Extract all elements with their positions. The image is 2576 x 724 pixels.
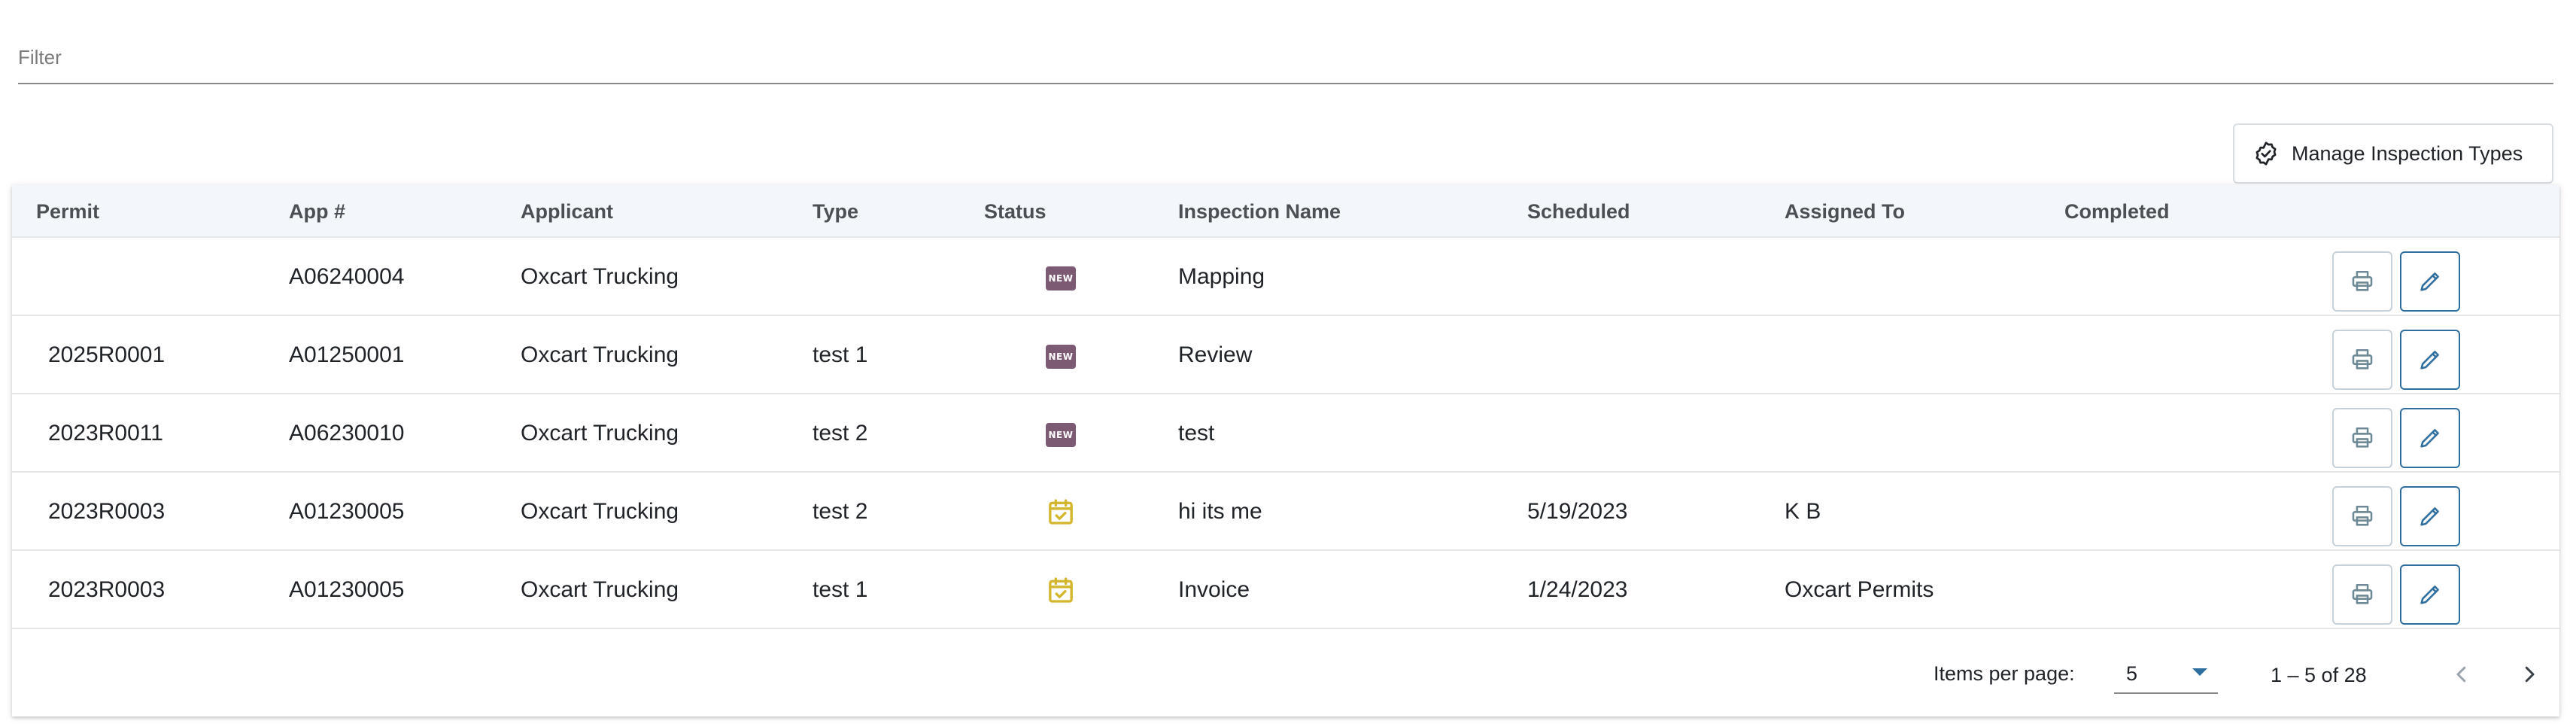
dropdown-arrow-icon — [2192, 668, 2207, 676]
column-header-scheduled[interactable]: Scheduled — [1527, 185, 1630, 238]
column-header-inspection-name[interactable]: Inspection Name — [1178, 185, 1341, 238]
edit-button[interactable] — [2400, 330, 2460, 390]
items-per-page-select[interactable]: 5 — [2114, 658, 2218, 694]
cell-app-number: A01230005 — [289, 499, 405, 524]
cell-app-number: A06230010 — [289, 421, 405, 446]
next-page-button[interactable] — [2508, 653, 2550, 695]
cell-app-number: A06240004 — [289, 264, 405, 289]
cell-permit: 2023R0003 — [48, 577, 166, 602]
manage-inspection-types-button[interactable]: Manage Inspection Types — [2233, 123, 2553, 184]
column-header-completed[interactable]: Completed — [2064, 185, 2170, 238]
print-button[interactable] — [2332, 408, 2392, 468]
cell-inspection-name: Mapping — [1178, 264, 1265, 289]
calendar-check-icon — [1049, 499, 1073, 525]
column-header-assigned-to[interactable]: Assigned To — [1785, 185, 1905, 238]
cell-app-number: A01250001 — [289, 342, 405, 367]
print-button[interactable] — [2332, 486, 2392, 546]
column-header-permit[interactable]: Permit — [36, 185, 99, 238]
print-button[interactable] — [2332, 251, 2392, 312]
status-new-icon: NEW — [1046, 262, 1076, 292]
chevron-left-icon — [2456, 666, 2466, 683]
items-per-page-value: 5 — [2126, 662, 2138, 685]
print-icon — [2352, 427, 2373, 448]
items-per-page-label: Items per page: — [1934, 662, 2075, 685]
new-badge-label: NEW — [1046, 423, 1076, 447]
cell-assigned-to: K B — [1785, 499, 1821, 524]
cell-applicant: Oxcart Trucking — [521, 421, 679, 446]
print-icon — [2352, 270, 2373, 291]
cell-inspection-name: Review — [1178, 342, 1253, 367]
edit-button[interactable] — [2400, 251, 2460, 312]
print-icon — [2352, 583, 2373, 604]
status-new-icon: NEW — [1046, 340, 1076, 370]
cell-type: test 1 — [813, 577, 868, 602]
cell-applicant: Oxcart Trucking — [521, 499, 679, 524]
table-header: Permit App # Applicant Type Status Inspe… — [12, 185, 2559, 238]
pencil-icon — [2420, 586, 2439, 604]
cell-applicant: Oxcart Trucking — [521, 577, 679, 602]
cell-applicant: Oxcart Trucking — [521, 264, 679, 289]
table-row: 2025R0001 A01250001 Oxcart Trucking test… — [12, 316, 2559, 394]
paginator: Items per page: 5 1 – 5 of 28 — [12, 635, 2559, 716]
column-header-app-number[interactable]: App # — [289, 185, 345, 238]
inspections-table-card: Permit App # Applicant Type Status Inspe… — [12, 185, 2559, 716]
pencil-icon — [2420, 429, 2439, 448]
cell-app-number: A01230005 — [289, 577, 405, 602]
cell-inspection-name: hi its me — [1178, 499, 1262, 524]
pencil-icon — [2420, 351, 2439, 370]
cell-type: test 2 — [813, 499, 868, 524]
pencil-icon — [2420, 507, 2439, 526]
filter-input[interactable] — [18, 30, 2553, 78]
cell-permit: 2025R0001 — [48, 342, 166, 367]
new-badge-label: NEW — [1046, 266, 1076, 291]
cell-type: test 2 — [813, 421, 868, 446]
print-icon — [2352, 505, 2373, 526]
column-header-type[interactable]: Type — [813, 185, 858, 238]
table-row: 2023R0011 A06230010 Oxcart Trucking test… — [12, 394, 2559, 473]
check-badge-icon — [2256, 141, 2277, 166]
cell-scheduled: 1/24/2023 — [1527, 577, 1628, 602]
edit-button[interactable] — [2400, 564, 2460, 625]
filter-field[interactable] — [18, 30, 2553, 84]
table-row: 2023R0003 A01230005 Oxcart Trucking test… — [12, 473, 2559, 551]
pencil-icon — [2420, 272, 2439, 291]
chevron-right-icon — [2525, 666, 2535, 683]
cell-permit: 2023R0011 — [48, 421, 163, 446]
cell-permit: 2023R0003 — [48, 499, 166, 524]
page-range-label: 1 – 5 of 28 — [2271, 664, 2367, 686]
column-header-status[interactable]: Status — [984, 185, 1046, 238]
status-scheduled-icon — [1046, 575, 1076, 605]
previous-page-button[interactable] — [2441, 653, 2483, 695]
print-button[interactable] — [2332, 564, 2392, 625]
cell-inspection-name: test — [1178, 421, 1215, 446]
calendar-check-icon — [1049, 577, 1073, 603]
print-button[interactable] — [2332, 330, 2392, 390]
table-row: 2023R0003 A01230005 Oxcart Trucking test… — [12, 551, 2559, 629]
cell-scheduled: 5/19/2023 — [1527, 499, 1628, 524]
new-badge-label: NEW — [1046, 345, 1076, 369]
print-icon — [2352, 348, 2373, 370]
table-row: A06240004 Oxcart Trucking NEW Mapping — [12, 238, 2559, 316]
status-new-icon: NEW — [1046, 418, 1076, 449]
status-scheduled-icon — [1046, 497, 1076, 527]
edit-button[interactable] — [2400, 486, 2460, 546]
edit-button[interactable] — [2400, 408, 2460, 468]
manage-inspection-types-label: Manage Inspection Types — [2292, 141, 2523, 165]
column-header-applicant[interactable]: Applicant — [521, 185, 613, 238]
cell-inspection-name: Invoice — [1178, 577, 1250, 602]
cell-assigned-to: Oxcart Permits — [1785, 577, 1934, 602]
cell-type: test 1 — [813, 342, 868, 367]
cell-applicant: Oxcart Trucking — [521, 342, 679, 367]
